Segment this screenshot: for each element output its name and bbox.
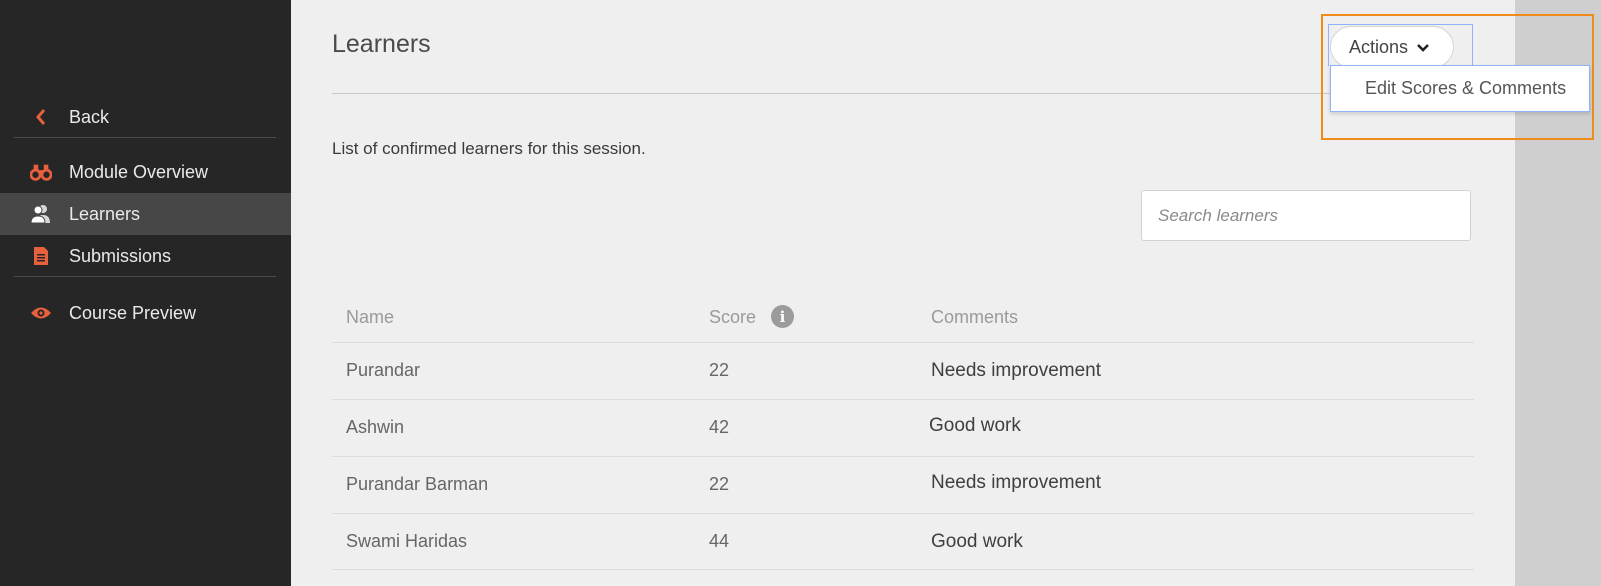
learner-name: Purandar: [346, 360, 421, 380]
sidebar-item-label: Learners: [69, 203, 141, 224]
back-label: Back: [69, 106, 110, 127]
table-row[interactable]: Purandar 22 Needs improvement: [332, 343, 1474, 399]
learner-name: Ashwin: [346, 417, 405, 437]
learner-score: 44: [709, 531, 730, 551]
chevron-left-icon: [30, 106, 52, 128]
sidebar-item-label: Module Overview: [69, 161, 209, 182]
table-row[interactable]: Ashwin 42 Good work: [332, 400, 1474, 456]
page-title: Learners: [332, 30, 431, 58]
actions-menu: Edit Scores & Comments: [1330, 65, 1590, 112]
chevron-down-icon: [1416, 37, 1430, 58]
intro-text: List of confirmed learners for this sess…: [332, 139, 646, 158]
sidebar: Back Module Overview Learners Submission…: [0, 0, 291, 586]
back-link[interactable]: Back: [0, 96, 291, 138]
column-header-name: Name: [346, 307, 395, 327]
learner-name: Swami Haridas: [346, 531, 468, 551]
users-icon: [30, 203, 52, 225]
sidebar-divider: [14, 276, 276, 277]
table-row[interactable]: Purandar Barman 22 Needs improvement: [332, 457, 1474, 513]
sidebar-divider: [14, 137, 276, 138]
learner-comment: Needs improvement: [931, 472, 1102, 493]
sidebar-item-label: Submissions: [69, 245, 172, 266]
document-icon: [30, 245, 52, 267]
title-divider: [332, 93, 1332, 94]
sidebar-item-submissions[interactable]: Submissions: [0, 235, 291, 277]
binoculars-icon: [30, 161, 52, 183]
table-row[interactable]: Swami Haridas 44 Good work: [332, 514, 1474, 570]
info-icon[interactable]: i: [771, 305, 794, 328]
sidebar-item-module-overview[interactable]: Module Overview: [0, 151, 291, 193]
search-learners-input[interactable]: [1141, 190, 1471, 241]
column-header-comments: Comments: [931, 307, 1019, 327]
learner-score: 42: [709, 417, 730, 437]
learner-comment: Needs improvement: [931, 360, 1102, 381]
eye-icon: [30, 302, 52, 324]
sidebar-item-course-preview[interactable]: Course Preview: [0, 292, 291, 334]
actions-label: Actions: [1349, 36, 1409, 57]
sidebar-item-learners[interactable]: Learners: [0, 193, 291, 235]
row-divider: [332, 569, 1474, 570]
learner-score: 22: [709, 360, 730, 380]
menu-item-edit-scores-comments[interactable]: Edit Scores & Comments: [1365, 78, 1566, 99]
learner-comment: Good work: [929, 415, 1021, 436]
sidebar-item-label: Course Preview: [69, 302, 197, 323]
learner-name: Purandar Barman: [346, 474, 489, 494]
actions-dropdown-button[interactable]: Actions: [1330, 26, 1454, 68]
learner-score: 22: [709, 474, 730, 494]
learner-comment: Good work: [931, 531, 1023, 552]
column-header-score: Score: [709, 307, 757, 327]
